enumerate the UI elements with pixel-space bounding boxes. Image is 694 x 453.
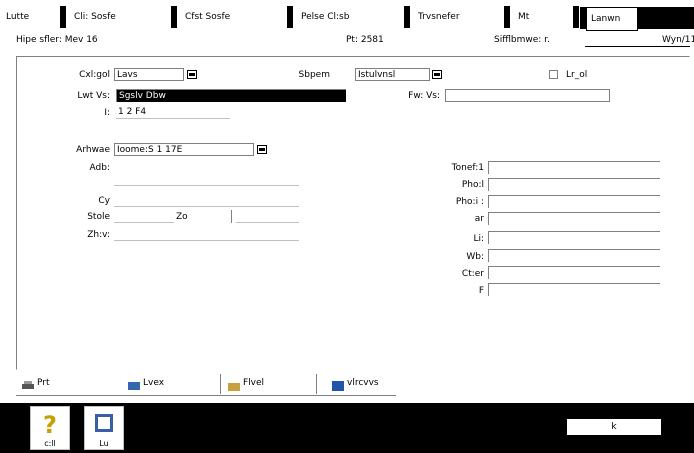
category-select[interactable]: Lavs <box>114 68 184 81</box>
fax-label: ar <box>474 214 484 224</box>
category-label: Cxl:gol <box>79 70 110 80</box>
bottom-tab-list[interactable]: Lvex <box>128 372 164 394</box>
name2-label: Fw: Vs: <box>408 91 440 101</box>
name2-input[interactable] <box>445 89 610 102</box>
bottom-tab-print[interactable]: Prt <box>22 372 50 394</box>
name1-label: Lwt Vs: <box>77 91 110 101</box>
tab-label: Lanwn <box>591 14 621 24</box>
tools-button[interactable]: Lu <box>84 406 124 450</box>
zip-divider <box>231 210 232 223</box>
address-type-select[interactable]: Ioome:S 1 17E <box>114 143 254 156</box>
phone2-input[interactable] <box>488 178 660 191</box>
city-input[interactable] <box>114 194 299 207</box>
bottom-tab-globe[interactable]: vlrcvvs <box>332 372 379 394</box>
checkbox[interactable] <box>549 70 558 79</box>
tab-separator <box>573 6 579 28</box>
help-button[interactable]: ? c:ll <box>30 406 70 450</box>
other-input[interactable] <box>488 266 660 279</box>
bottom-tab-divider <box>220 374 221 394</box>
email-input[interactable] <box>488 231 660 244</box>
tab-separator <box>287 6 293 28</box>
tab-label: Pelse Cl:sb <box>301 12 350 22</box>
status-dropdown-icon[interactable] <box>432 70 442 79</box>
name1-input[interactable]: Sgslv Dbw <box>116 89 346 102</box>
tab-label: Mt <box>518 12 530 22</box>
tab-strip: Lutte Cli: Sosfe Cfst Sosfe Pelse Cl:sb … <box>0 0 694 31</box>
other-label: Ct:er <box>461 269 484 279</box>
header-left: Hipe sfler: Mev 16 <box>16 35 98 45</box>
folder-icon <box>228 378 240 391</box>
bottom-tab-label: Prt <box>37 378 50 388</box>
header-right-label: Sifflbmwe: r. <box>494 35 550 45</box>
tab-separator <box>60 6 66 28</box>
zip-label: Zo <box>176 212 188 222</box>
phone1-input[interactable] <box>488 161 660 174</box>
web-label: Wb: <box>466 252 484 262</box>
tab-separator <box>404 6 410 28</box>
tab-label: Cli: Sosfe <box>74 12 116 22</box>
fax-input[interactable] <box>488 212 660 225</box>
header-underline <box>585 46 690 47</box>
phone2-label: Pho:l <box>461 180 484 190</box>
tab-separator <box>171 6 177 28</box>
tab-label: Cfst Sosfe <box>185 12 231 22</box>
help-caption: c:ll <box>44 439 56 448</box>
bottom-tab-label: vlrcvvs <box>347 378 379 388</box>
svg-text:?: ? <box>43 411 57 437</box>
tab-label: Lutte <box>6 12 30 22</box>
checkbox-label: Lr_ol <box>566 70 588 80</box>
country-input[interactable] <box>114 228 299 241</box>
tab-lanwn[interactable]: Lanwn <box>586 7 638 31</box>
bottom-tab-label: Lvex <box>143 378 165 388</box>
globe-icon <box>332 378 344 391</box>
phone3-label: Pho:i : <box>455 197 484 207</box>
bottom-tab-strip: Prt Lvex Flvel vlrcvvs <box>16 372 688 396</box>
state-label: Stole <box>87 212 110 222</box>
bottom-tab-divider <box>316 374 317 394</box>
status-select[interactable]: Istulvnsl <box>355 68 430 81</box>
id-label: I: <box>104 108 110 118</box>
phone1-label: Tonef:1 <box>451 163 484 173</box>
zip-input[interactable] <box>236 210 299 223</box>
bottom-tab-folder[interactable]: Flvel <box>228 372 264 394</box>
city-label: Cy <box>98 196 110 206</box>
list-icon <box>128 378 140 390</box>
printer-icon <box>22 378 34 389</box>
bottom-tab-baseline <box>16 395 396 396</box>
tools-caption: Lu <box>99 439 109 448</box>
address-label: Adb: <box>89 163 110 173</box>
address-input[interactable] <box>114 162 299 186</box>
note-input[interactable] <box>488 283 660 296</box>
state-input[interactable] <box>114 210 174 223</box>
email-label: Li: <box>473 234 484 244</box>
address-type-dropdown-icon[interactable] <box>257 145 267 154</box>
address-type-label: Arhwae <box>76 145 110 155</box>
tools-icon <box>95 414 113 432</box>
bottom-tab-label: Flvel <box>243 378 265 388</box>
help-icon: ? <box>43 411 57 437</box>
status-label: Sbpem <box>298 70 330 80</box>
ok-button[interactable]: k <box>566 418 662 436</box>
tab-separator <box>504 6 510 28</box>
web-input[interactable] <box>488 249 660 262</box>
country-label: Zh:v: <box>87 230 110 240</box>
tab-label: Trvsnefer <box>418 12 460 22</box>
id-input[interactable]: 1 2 F4 <box>116 106 230 119</box>
note-label: F <box>478 286 484 296</box>
header-center: Pt: 2581 <box>346 35 384 45</box>
category-dropdown-icon[interactable] <box>187 70 197 79</box>
phone3-input[interactable] <box>488 195 660 208</box>
